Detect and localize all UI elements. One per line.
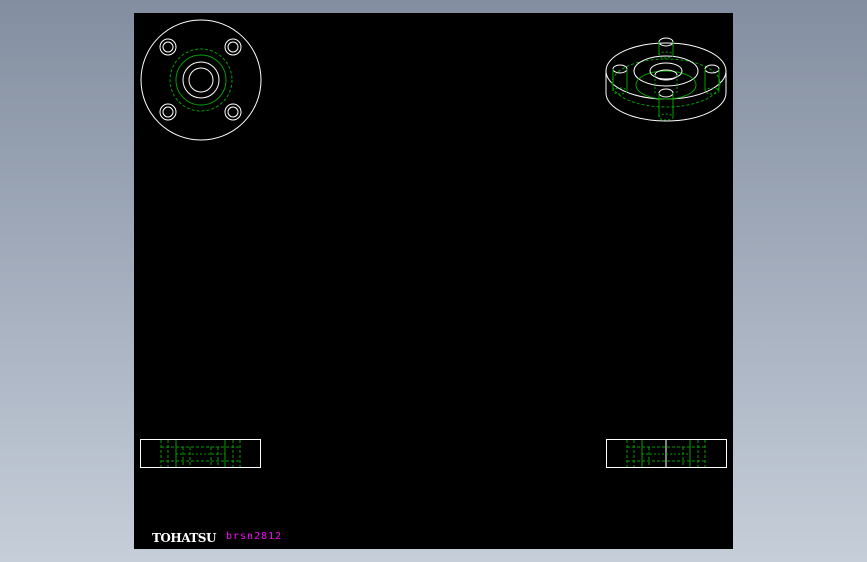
top-view [140,19,262,141]
iso-bolt-hole [704,64,720,95]
iso-bolt-hole [612,64,628,95]
bolt-hole [159,103,177,121]
iso-bolt-hole [658,88,674,121]
bolt-hole [224,38,242,56]
iso-bolt-hole [658,37,674,59]
brand-logo-text: TOHATSU [152,531,216,545]
bolt-hole [159,38,177,56]
isometric-view [605,37,727,122]
bore-chamfer-circle [182,61,220,99]
iso-hub-hidden [635,70,697,100]
hub-hidden-circle-outer [169,48,233,112]
cad-drawing-canvas [140,19,727,468]
iso-bottom-rim [605,71,727,122]
side-section-view [606,439,727,468]
front-section-view [140,439,261,468]
iso-hidden-outline [611,58,721,108]
bore-circle [188,67,214,93]
drawing-number-label: brsn2812 [226,531,283,542]
flange-outer-circle [140,19,262,141]
bolt-hole [224,103,242,121]
cad-drawing-viewport[interactable]: TOHATSU brsn2812 [134,13,733,549]
